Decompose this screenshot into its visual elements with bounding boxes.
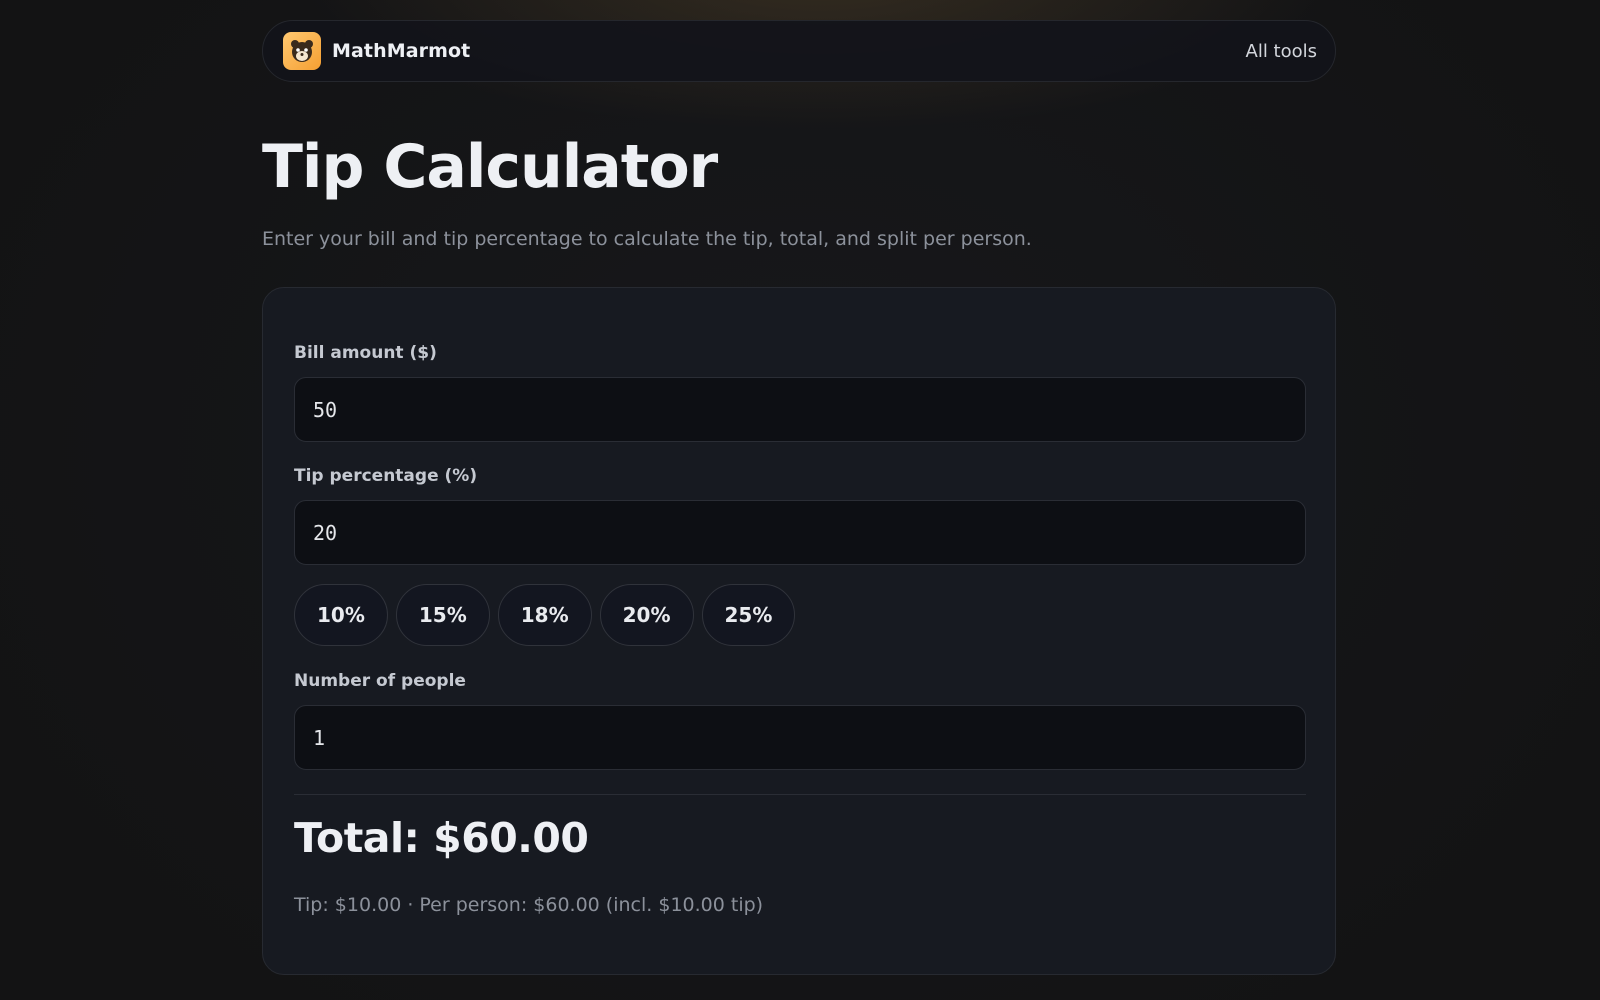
tip-preset-25-button[interactable]: 25% (701, 584, 796, 646)
marmot-logo-icon (283, 32, 321, 70)
number-of-people-label: Number of people (294, 671, 466, 691)
tip-preset-10-button[interactable]: 10% (294, 584, 388, 646)
tip-percentage-input[interactable] (294, 500, 1306, 565)
tip-preset-20-button[interactable]: 20% (599, 584, 694, 646)
result-divider (294, 794, 1306, 795)
tip-percentage-label: Tip percentage (%) (294, 466, 478, 486)
bill-amount-input[interactable] (294, 377, 1306, 442)
number-of-people-input[interactable] (294, 705, 1306, 770)
tip-preset-15-button[interactable]: 15% (395, 584, 490, 646)
top-navbar: MathMarmot All tools (262, 20, 1336, 82)
bill-amount-label: Bill amount ($) (294, 343, 437, 363)
tip-preset-group: 10% 15% 18% 20% 25% (294, 584, 796, 646)
page-subtitle: Enter your bill and tip percentage to ca… (262, 228, 1032, 250)
total-amount: Total: $60.00 (294, 814, 589, 862)
tip-breakdown: Tip: $10.00 · Per person: $60.00 (incl. … (294, 894, 764, 916)
page-title: Tip Calculator (262, 132, 718, 202)
tip-preset-18-button[interactable]: 18% (497, 584, 592, 646)
brand-name: MathMarmot (332, 40, 471, 62)
calculator-card: Bill amount ($) Tip percentage (%) 10% 1… (262, 287, 1336, 975)
all-tools-link[interactable]: All tools (1246, 41, 1318, 62)
brand-link[interactable]: MathMarmot (283, 32, 470, 70)
